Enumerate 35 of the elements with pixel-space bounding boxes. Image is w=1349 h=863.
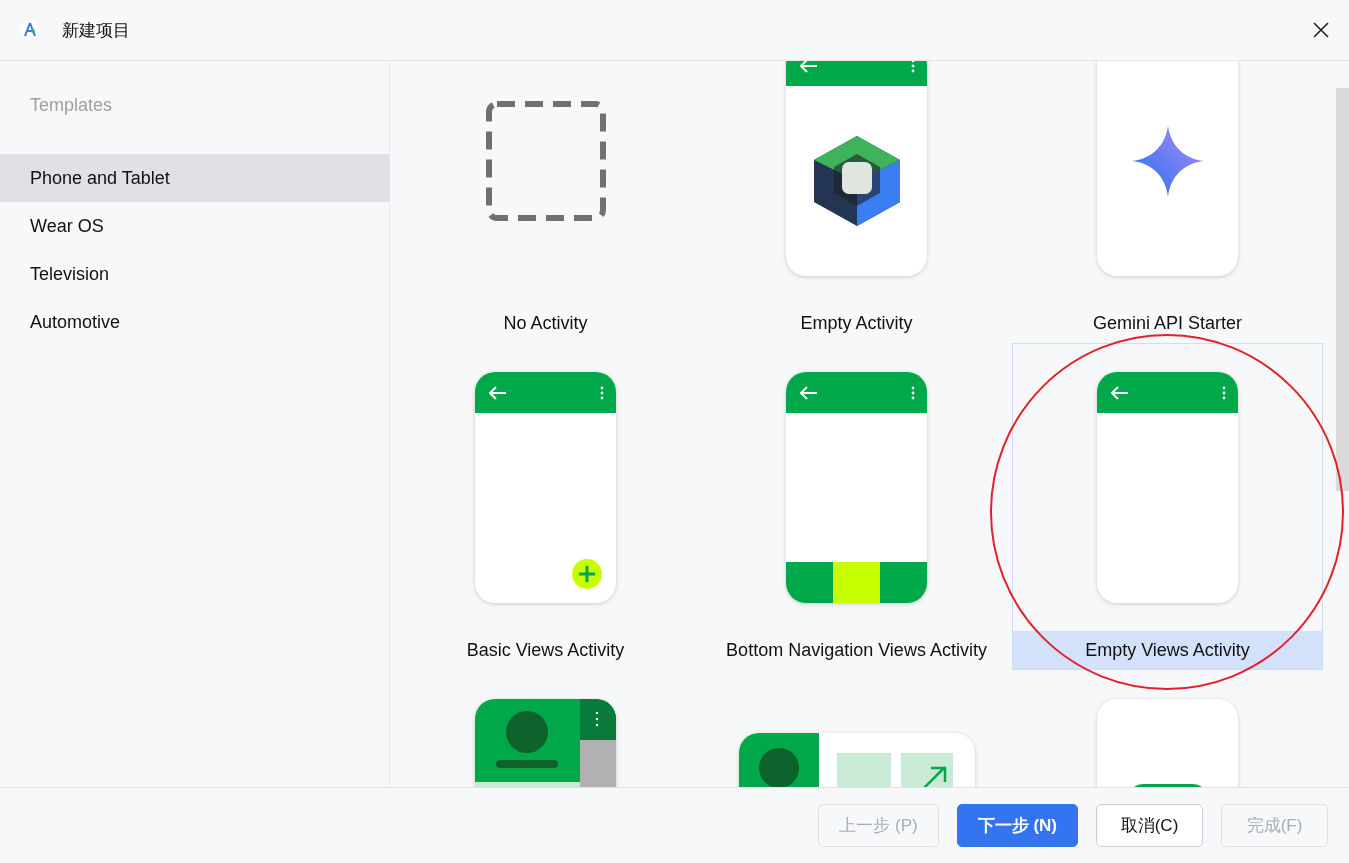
sidebar-item[interactable]: Wear OS	[0, 202, 389, 250]
back-arrow-icon	[1111, 385, 1129, 400]
close-icon	[1312, 21, 1330, 39]
template-name: Gemini API Starter	[1091, 311, 1244, 335]
sidebar-item[interactable]: Television	[0, 250, 389, 298]
app-logo-icon	[20, 20, 40, 40]
footer-button[interactable]: 下一步 (N)	[956, 804, 1078, 847]
template-name: Bottom Navigation Views Activity	[725, 638, 988, 662]
sidebar-header: Templates	[29, 94, 114, 117]
template-card[interactable]: Bottom Navigation Views Activity	[701, 343, 1012, 670]
template-name: Basic Views Activity	[465, 638, 626, 662]
template-card[interactable]: Empty Activity	[701, 61, 1012, 343]
template-card[interactable]: Gemini API Starter	[1012, 61, 1323, 343]
sidebar-item[interactable]: Automotive	[0, 298, 389, 346]
template-card[interactable]: Basic Views Activity	[390, 343, 701, 670]
more-icon	[1222, 385, 1226, 400]
template-card[interactable]: Empty Views Activity	[1012, 343, 1323, 670]
window-title: 新建项目	[62, 19, 131, 42]
scrollbar-thumb[interactable]	[1336, 88, 1349, 491]
more-icon	[911, 385, 915, 400]
cube-logo-icon	[813, 136, 900, 226]
footer-button[interactable]: 取消(C)	[1096, 804, 1203, 847]
back-arrow-icon	[800, 385, 818, 400]
template-name: Empty Views Activity	[1013, 631, 1322, 669]
template-name: Empty Activity	[799, 311, 914, 335]
more-icon	[911, 61, 915, 73]
back-arrow-icon	[800, 61, 818, 73]
template-name: No Activity	[502, 311, 589, 335]
nav-highlight	[833, 562, 880, 603]
sidebar-item[interactable]: Phone and Tablet	[0, 154, 389, 202]
back-arrow-icon	[489, 385, 507, 400]
template-card[interactable]: No Activity	[390, 61, 701, 343]
plus-fab-icon	[572, 559, 602, 589]
more-icon	[600, 385, 604, 400]
dashed-square-icon	[485, 100, 606, 221]
